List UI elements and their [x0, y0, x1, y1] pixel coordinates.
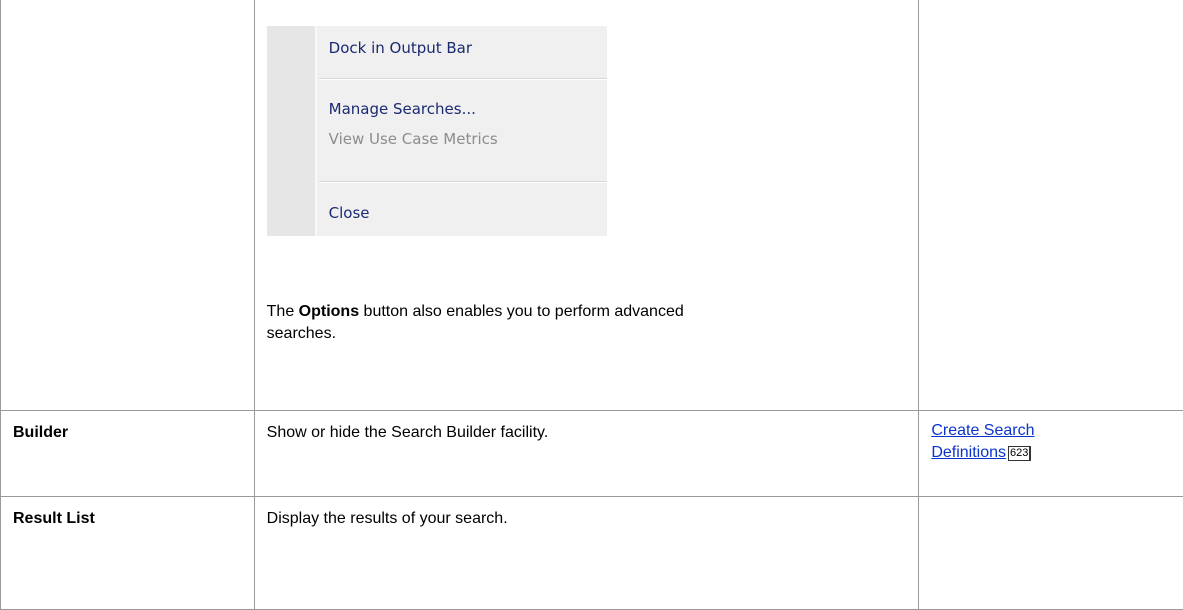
page-reference: 623 — [1008, 446, 1032, 461]
action-text: Show or hide the Search Builder facility… — [266, 424, 549, 441]
option-label: Result List — [13, 510, 95, 527]
action-text: Display the results of your search. — [266, 510, 508, 527]
table-row: Result List Display the results of your … — [0, 496, 1183, 610]
see-also-cell: Create Search Definitions 623 — [918, 410, 1183, 497]
create-search-definitions-link[interactable]: Definitions — [931, 444, 1006, 461]
action-cell: Show or hide the Search Builder facility… — [253, 410, 920, 497]
create-search-definitions-link[interactable]: Create Search — [931, 422, 1034, 439]
options-keyword: Options — [298, 303, 360, 320]
menu-item-manage-searches[interactable]: Manage Searches... — [329, 98, 476, 120]
table-row: Builder Show or hide the Search Builder … — [0, 410, 1183, 497]
options-description: The Options button also enables you to p… — [267, 301, 857, 345]
options-table: Dock in Output Bar Manage Searches... Vi… — [0, 0, 1183, 610]
option-cell — [0, 0, 255, 411]
action-cell: Display the results of your search. — [253, 496, 920, 610]
menu-item-view-use-case-metrics: View Use Case Metrics — [328, 130, 498, 148]
option-cell: Result List — [0, 496, 255, 610]
see-also-cell — [918, 496, 1183, 610]
menu-separator — [318, 181, 607, 183]
see-also: Create Search Definitions 623 — [919, 411, 1183, 464]
menu-item-dock-in-output-bar[interactable]: Dock in Output Bar — [329, 37, 472, 59]
menu-item-close[interactable]: Close — [329, 202, 370, 224]
description-line: searches. — [266, 325, 337, 342]
menu-separator — [318, 78, 607, 80]
action-cell: Dock in Output Bar Manage Searches... Vi… — [253, 0, 920, 411]
option-cell: Builder — [0, 410, 255, 497]
see-also-cell — [918, 0, 1183, 411]
description-line: The Options button also enables you to p… — [266, 303, 684, 320]
table-row: Dock in Output Bar Manage Searches... Vi… — [0, 0, 1183, 411]
menu-icon-gutter — [266, 26, 317, 236]
option-label: Builder — [13, 424, 69, 441]
context-menu-screenshot: Dock in Output Bar Manage Searches... Vi… — [266, 26, 607, 236]
